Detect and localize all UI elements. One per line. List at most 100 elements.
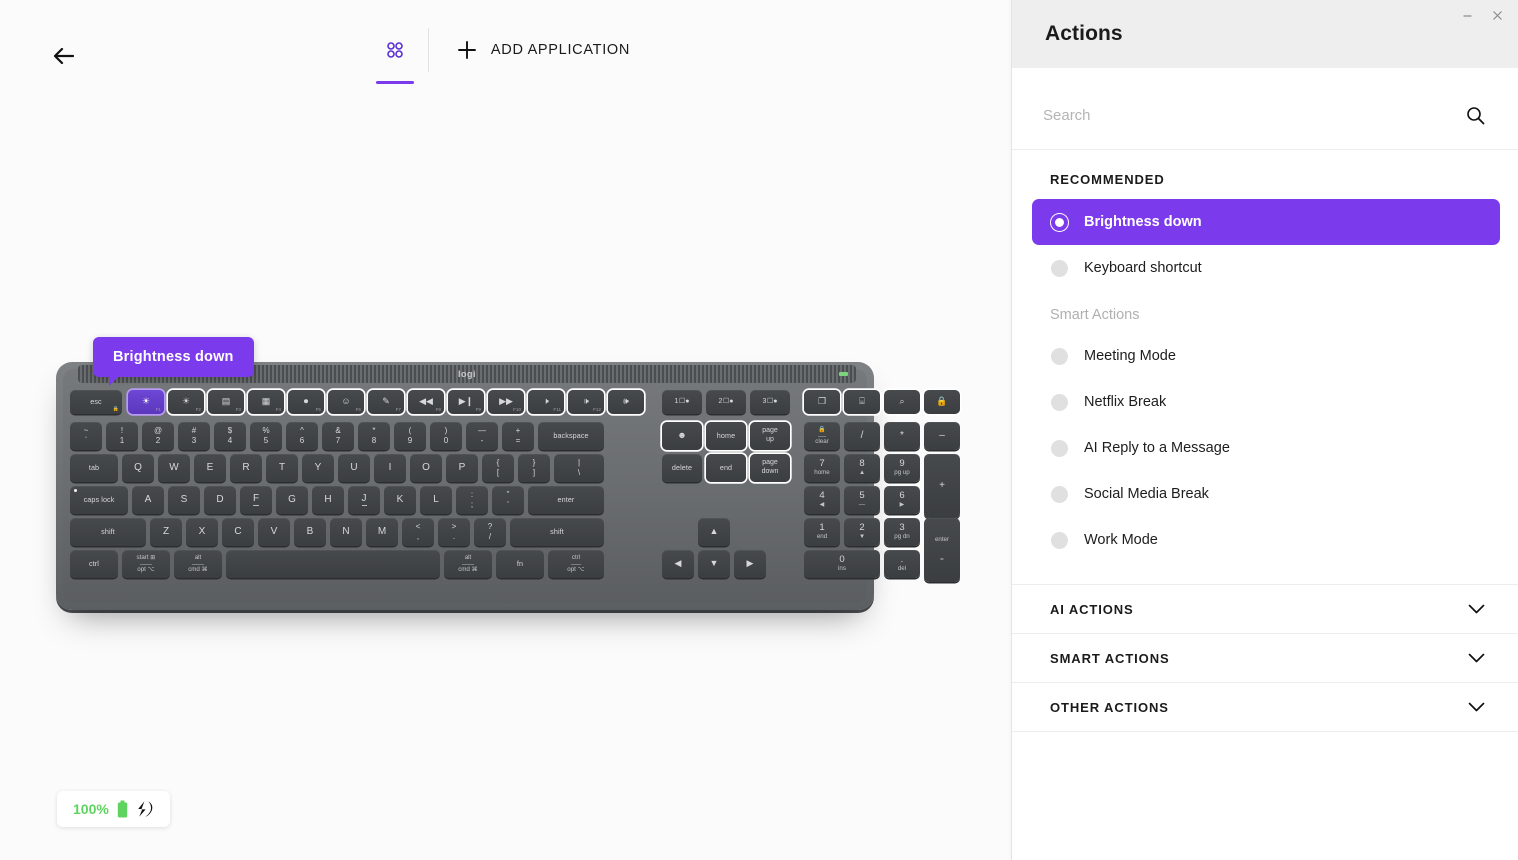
- key-digit-8[interactable]: * 8: [358, 422, 390, 450]
- key-page-up[interactable]: page up: [750, 422, 790, 450]
- search-input[interactable]: [1043, 106, 1466, 124]
- key-key-v[interactable]: V: [258, 518, 290, 546]
- key-numpad-4[interactable]: 4 ◀: [804, 486, 840, 514]
- key-f9-play-pause[interactable]: ▶❙ F9: [448, 390, 484, 414]
- radio-unselected-icon[interactable]: [1051, 531, 1068, 549]
- smart-action-option[interactable]: AI Reply to a Message: [1032, 425, 1500, 471]
- key-f10-next-track[interactable]: ▶▶ F10: [488, 390, 524, 414]
- accordion-row[interactable]: AI ACTIONS: [1012, 585, 1518, 634]
- key-numpad-plus[interactable]: +: [924, 454, 960, 518]
- key-delete[interactable]: delete: [662, 454, 702, 482]
- key-digit-3[interactable]: #3: [178, 422, 210, 450]
- radio-unselected-icon[interactable]: [1051, 393, 1068, 411]
- key-key-p[interactable]: P: [446, 454, 478, 482]
- key-key-k[interactable]: K: [384, 486, 416, 514]
- chevron-down-icon[interactable]: [1468, 653, 1485, 664]
- key-digit-5[interactable]: % 5: [250, 422, 282, 450]
- key-caps-lock[interactable]: caps lock: [70, 486, 128, 514]
- key-key-u[interactable]: U: [338, 454, 370, 482]
- key-key-j[interactable]: J: [348, 486, 380, 514]
- radio-unselected-icon[interactable]: [1051, 259, 1068, 277]
- key-snip[interactable]: ⌸: [844, 390, 880, 414]
- key-screenshot[interactable]: ❐: [804, 390, 840, 414]
- key-key-h[interactable]: H: [312, 486, 344, 514]
- radio-unselected-icon[interactable]: [1051, 485, 1068, 503]
- key-ctrl-opt-right[interactable]: ctrl opt ⌥: [548, 550, 604, 578]
- key-key-t[interactable]: T: [266, 454, 298, 482]
- key-key-n[interactable]: N: [330, 518, 362, 546]
- minimize-button[interactable]: [1454, 5, 1480, 25]
- tab-all-apps[interactable]: [362, 28, 429, 84]
- radio-selected-icon[interactable]: [1051, 213, 1068, 231]
- key-f11-mute[interactable]: 🕨 F11: [528, 390, 564, 414]
- smart-action-option[interactable]: Netflix Break: [1032, 379, 1500, 425]
- key-key-y[interactable]: Y: [302, 454, 334, 482]
- key-enter[interactable]: enter: [528, 486, 604, 514]
- key-channel-3[interactable]: 3 ☐●: [750, 390, 790, 414]
- key-digit-2[interactable]: @2: [142, 422, 174, 450]
- key-key-b[interactable]: B: [294, 518, 326, 546]
- key-key-o[interactable]: O: [410, 454, 442, 482]
- key-shift-right[interactable]: shift: [510, 518, 604, 546]
- key-backslash[interactable]: | \: [554, 454, 604, 482]
- key-semicolon[interactable]: :;: [456, 486, 488, 514]
- key-digit-9[interactable]: (9: [394, 422, 426, 450]
- key-numpad-8[interactable]: 8 ▲: [844, 454, 880, 482]
- key-f8-previous-track[interactable]: ◀◀ F8: [408, 390, 444, 414]
- key-volume-up[interactable]: 🕪: [608, 390, 644, 414]
- key-key-c[interactable]: C: [222, 518, 254, 546]
- key-search[interactable]: ⌕: [884, 390, 920, 414]
- smart-action-option[interactable]: Meeting Mode: [1032, 333, 1500, 379]
- key-home[interactable]: home: [706, 422, 746, 450]
- key-key-q[interactable]: Q: [122, 454, 154, 482]
- key-key-w[interactable]: W: [158, 454, 190, 482]
- chevron-down-icon[interactable]: [1468, 604, 1485, 615]
- key-f3-task-view[interactable]: ▤ F3: [208, 390, 244, 414]
- key-numpad-decimal[interactable]: . del: [884, 550, 920, 578]
- key-key-e[interactable]: E: [194, 454, 226, 482]
- key-tab[interactable]: tab: [70, 454, 118, 482]
- key-f6-emoji[interactable]: ☺ F6: [328, 390, 364, 414]
- key-backtick[interactable]: ~ `: [70, 422, 102, 450]
- key-key-g[interactable]: G: [276, 486, 308, 514]
- key-channel-2[interactable]: 2 ☐●: [706, 390, 746, 414]
- key-f7-dictation[interactable]: ✎ F7: [368, 390, 404, 414]
- key-f5-mic-mute[interactable]: ⏺ F5: [288, 390, 324, 414]
- smart-action-option[interactable]: Social Media Break: [1032, 471, 1500, 517]
- key-quote[interactable]: " ': [492, 486, 524, 514]
- key-esc[interactable]: esc 🔒: [70, 390, 122, 414]
- add-application-button[interactable]: ADD APPLICATION: [429, 28, 650, 72]
- key-arrow-right[interactable]: ▶: [734, 550, 766, 578]
- key-period[interactable]: >.: [438, 518, 470, 546]
- accordion-row[interactable]: SMART ACTIONS: [1012, 634, 1518, 683]
- key-backspace[interactable]: backspace: [538, 422, 604, 450]
- key-f2-brightness-up[interactable]: ☀ F2: [168, 390, 204, 414]
- key-numpad-2[interactable]: 2 ▼: [844, 518, 880, 546]
- key-f12-volume-down[interactable]: 🕩 F12: [568, 390, 604, 414]
- key-num-lock-clear[interactable]: 🔒 clear: [804, 422, 840, 450]
- key-fn[interactable]: fn: [496, 550, 544, 578]
- key-key-r[interactable]: R: [230, 454, 262, 482]
- radio-unselected-icon[interactable]: [1051, 439, 1068, 457]
- key-alt-cmd-right[interactable]: alt cmd ⌘: [444, 550, 492, 578]
- key-page-down[interactable]: page down: [750, 454, 790, 482]
- key-bracket-right[interactable]: }]: [518, 454, 550, 482]
- key-numpad-0[interactable]: 0 ins: [804, 550, 880, 578]
- key-key-i[interactable]: I: [374, 454, 406, 482]
- accordion-row[interactable]: OTHER ACTIONS: [1012, 683, 1518, 732]
- key-numpad-3[interactable]: 3 pg dn: [884, 518, 920, 546]
- key-key-a[interactable]: A: [132, 486, 164, 514]
- close-button[interactable]: [1484, 5, 1510, 25]
- key-arrow-left[interactable]: ◀: [662, 550, 694, 578]
- key-key-z[interactable]: Z: [150, 518, 182, 546]
- key-start-opt[interactable]: start ⊞ opt ⌥: [122, 550, 170, 578]
- key-numpad-multiply[interactable]: *: [884, 422, 920, 450]
- chevron-down-icon[interactable]: [1468, 702, 1485, 713]
- smart-action-option[interactable]: Work Mode: [1032, 517, 1500, 563]
- key-digit-1[interactable]: ! 1: [106, 422, 138, 450]
- key-digit-6[interactable]: ^ 6: [286, 422, 318, 450]
- key-alt-cmd-left[interactable]: alt cmd ⌘: [174, 550, 222, 578]
- key-numpad-divide[interactable]: /: [844, 422, 880, 450]
- key-numpad-6[interactable]: 6 ▶: [884, 486, 920, 514]
- key-arrow-up[interactable]: ▲: [698, 518, 730, 546]
